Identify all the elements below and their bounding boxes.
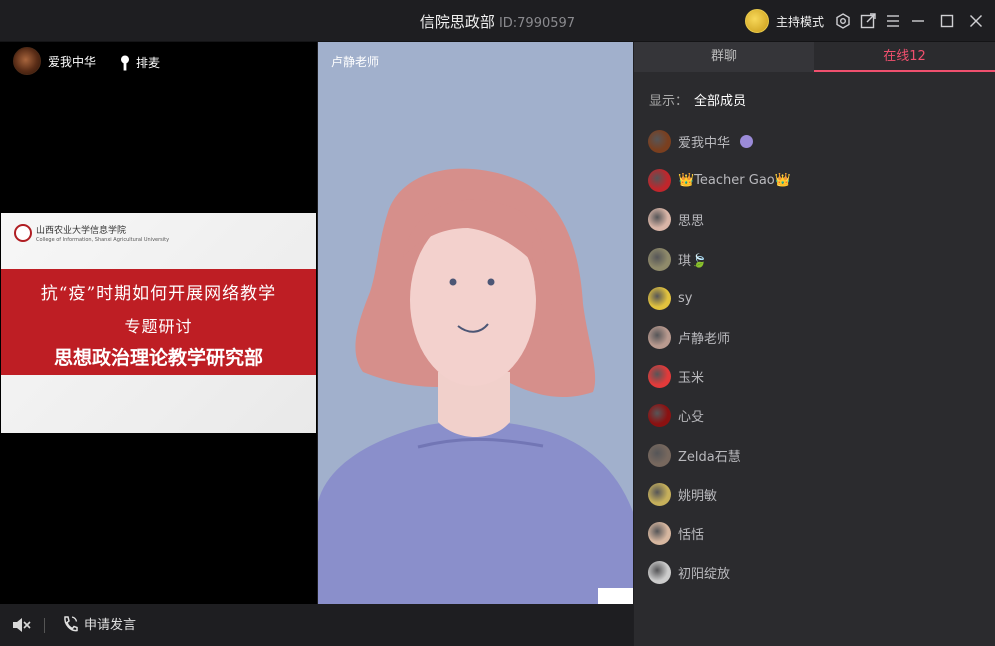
microphone-icon <box>121 55 129 70</box>
queue-mic-button[interactable]: 排麦 <box>120 54 160 71</box>
teacher-video-panel: 卢静老师 <box>318 42 633 604</box>
member-avatar <box>648 365 671 389</box>
member-avatar <box>648 286 671 310</box>
streamer-info: 爱我中华 <box>13 47 96 75</box>
host-mode-label: 主持模式 <box>776 14 825 29</box>
streamer-avatar <box>13 47 41 75</box>
queue-mic-label: 排麦 <box>136 56 161 70</box>
slide-logo-text: 山西农业大学信息学院 <box>36 226 127 236</box>
minimize-icon[interactable] <box>910 13 926 29</box>
slide-title-band: 抗“疫”时期如何开展网络教学 专题研讨 思想政治理论教学研究部 <box>1 269 316 375</box>
member-name: 恬恬 <box>678 527 705 543</box>
list-item[interactable]: Zelda石慧 <box>648 436 978 475</box>
member-avatar <box>648 404 671 428</box>
member-name: 心殳 <box>678 410 705 426</box>
teacher-name-label: 卢静老师 <box>331 55 380 69</box>
member-avatar <box>648 561 671 585</box>
member-avatar <box>648 169 671 193</box>
member-avatar <box>648 482 671 506</box>
list-item[interactable]: 玉米 <box>648 357 978 396</box>
member-filter: 显示： 全部成员 <box>649 90 746 109</box>
teacher-portrait-illustration <box>318 168 633 604</box>
list-item[interactable]: 卢静老师 <box>648 318 978 357</box>
sidebar-tabs: 群聊 在线12 <box>634 42 995 72</box>
slide-department: 思想政治理论教学研究部 <box>53 347 263 369</box>
member-avatar <box>648 521 671 545</box>
member-name: Zelda石慧 <box>678 449 741 465</box>
apply-to-speak-label: 申请发言 <box>84 618 137 633</box>
list-item[interactable]: sy <box>648 279 978 318</box>
list-item[interactable]: 思思 <box>648 200 978 239</box>
corner-mark <box>598 588 633 604</box>
list-item[interactable]: 👑Teacher Gao👑 <box>648 161 978 200</box>
app-window: 信院思政部 ID:7990597 主持模式 爱我中华 排麦 山西农业大学信息学院… <box>0 0 995 646</box>
member-list: 爱我中华 👑Teacher Gao👑 思思琪🍃 sy 卢静老师玉米心殳 Zelda石慧 姚明… <box>648 122 978 592</box>
menu-icon[interactable] <box>885 13 901 29</box>
right-eye <box>487 278 495 286</box>
host-avatar <box>745 9 769 33</box>
member-avatar <box>648 443 671 467</box>
tab-group-chat[interactable]: 群聊 <box>634 42 814 72</box>
filter-label: 显示： <box>649 94 689 109</box>
streamer-name: 爱我中华 <box>48 54 97 69</box>
tab-online-members[interactable]: 在线12 <box>814 42 995 72</box>
slide-title: 抗“疫”时期如何开展网络教学 <box>40 284 277 304</box>
maximize-icon[interactable] <box>939 13 955 29</box>
list-item[interactable]: 姚明敏 <box>648 475 978 514</box>
slide-logo: 山西农业大学信息学院 College of Information, Shanx… <box>14 223 169 243</box>
filter-dropdown[interactable]: 全部成员 <box>694 94 746 109</box>
member-name: 玉米 <box>678 371 705 387</box>
speaker-mute-icon[interactable] <box>12 616 32 634</box>
university-seal-icon <box>14 224 32 242</box>
phone-icon <box>64 615 78 631</box>
title-bar: 信院思政部 ID:7990597 主持模式 <box>0 0 995 42</box>
sweater <box>318 420 633 604</box>
member-name: 姚明敏 <box>678 488 718 504</box>
list-item[interactable]: 心殳 <box>648 396 978 435</box>
member-name: 爱我中华 <box>678 136 731 152</box>
external-link-icon[interactable] <box>860 13 876 29</box>
room-id: ID:7990597 <box>498 16 576 31</box>
host-badge-icon <box>740 135 754 149</box>
slide-subtitle: 专题研讨 <box>124 317 193 336</box>
member-avatar <box>648 130 671 154</box>
settings-icon[interactable] <box>835 13 851 29</box>
member-name: 卢静老师 <box>678 332 731 348</box>
member-name: 思思 <box>678 214 705 230</box>
list-item[interactable]: 初阳绽放 <box>648 553 978 592</box>
member-sidebar: 群聊 在线12 显示： 全部成员 爱我中华 👑Teacher Gao👑 思思琪🍃 sy 卢… <box>634 42 995 646</box>
list-item[interactable]: 爱我中华 <box>648 122 978 161</box>
screen-share-panel: 爱我中华 排麦 山西农业大学信息学院 College of Informatio… <box>0 42 317 604</box>
host-mode-button[interactable]: 主持模式 <box>745 9 824 33</box>
bottom-toolbar: 申请发言 <box>0 604 633 646</box>
room-name: 信院思政部 <box>419 13 495 31</box>
member-avatar <box>648 208 671 232</box>
member-name: 👑Teacher Gao👑 <box>678 173 791 189</box>
list-item[interactable]: 琪🍃 <box>648 240 978 279</box>
presentation-slide: 山西农业大学信息学院 College of Information, Shanx… <box>1 213 316 433</box>
member-name: sy <box>678 290 693 306</box>
member-name: 初阳绽放 <box>678 567 731 583</box>
toolbar-divider <box>44 618 45 633</box>
list-item[interactable]: 恬恬 <box>648 514 978 553</box>
left-eye <box>449 278 457 286</box>
close-icon[interactable] <box>968 13 984 29</box>
slide-logo-subtext: College of Information, Shanxi Agricultu… <box>36 237 170 243</box>
member-avatar <box>648 326 671 350</box>
member-name: 琪🍃 <box>678 253 708 269</box>
member-avatar <box>648 247 671 271</box>
apply-to-speak-button[interactable]: 申请发言 <box>62 614 136 633</box>
